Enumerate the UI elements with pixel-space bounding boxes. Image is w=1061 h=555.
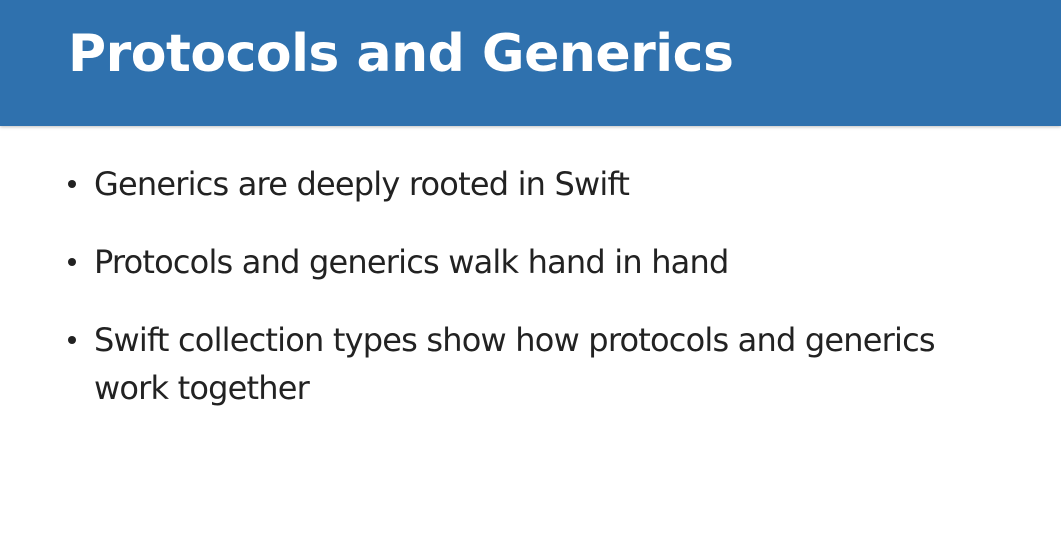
slide: Protocols and Generics Generics are deep… (0, 0, 1061, 555)
bullet-item: Swift collection types show how protocol… (68, 316, 968, 412)
bullet-text: Protocols and generics walk hand in hand (94, 243, 729, 281)
slide-title: Protocols and Generics (68, 24, 734, 84)
bullet-list: Generics are deeply rooted in Swift Prot… (68, 160, 968, 442)
bullet-text: Swift collection types show how protocol… (94, 321, 936, 407)
bullet-dot-icon (68, 258, 76, 266)
bullet-item: Generics are deeply rooted in Swift (68, 160, 968, 208)
title-bar: Protocols and Generics (0, 0, 1061, 126)
bullet-item: Protocols and generics walk hand in hand (68, 238, 968, 286)
bullet-dot-icon (68, 336, 76, 344)
bullet-dot-icon (68, 180, 76, 188)
bullet-text: Generics are deeply rooted in Swift (94, 165, 630, 203)
